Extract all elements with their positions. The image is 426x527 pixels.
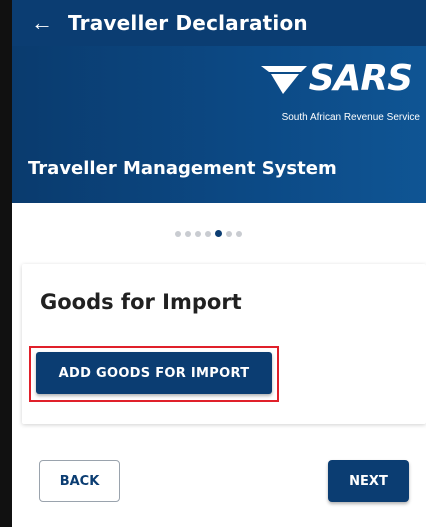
arrow-left-icon[interactable]: ←: [20, 0, 64, 46]
step-dot: [175, 230, 181, 237]
logo-text: SARS: [308, 58, 413, 99]
step-dot-active: [215, 230, 222, 237]
logo-subtitle: South African Revenue Service: [281, 112, 420, 123]
step-dot: [205, 230, 211, 237]
device-frame-edge: [0, 0, 12, 527]
header-banner: SARS South African Revenue Service Trave…: [12, 46, 426, 203]
step-dot: [195, 230, 201, 237]
back-button[interactable]: BACK: [39, 460, 120, 502]
step-dot: [185, 230, 191, 237]
goods-import-card: Goods for Import ADD GOODS FOR IMPORT: [22, 264, 426, 424]
step-dot: [236, 230, 242, 237]
section-title: Goods for Import: [40, 290, 242, 314]
add-goods-for-import-button[interactable]: ADD GOODS FOR IMPORT: [36, 352, 272, 394]
step-indicator: [175, 230, 242, 237]
system-title: Traveller Management System: [28, 158, 337, 179]
sars-logo: SARS: [260, 58, 413, 99]
step-dot: [226, 230, 232, 237]
sars-logo-mark-icon: [260, 65, 307, 94]
next-button[interactable]: NEXT: [328, 460, 409, 502]
app-bar: ← Traveller Declaration: [12, 0, 426, 46]
app-bar-title: Traveller Declaration: [68, 11, 308, 35]
